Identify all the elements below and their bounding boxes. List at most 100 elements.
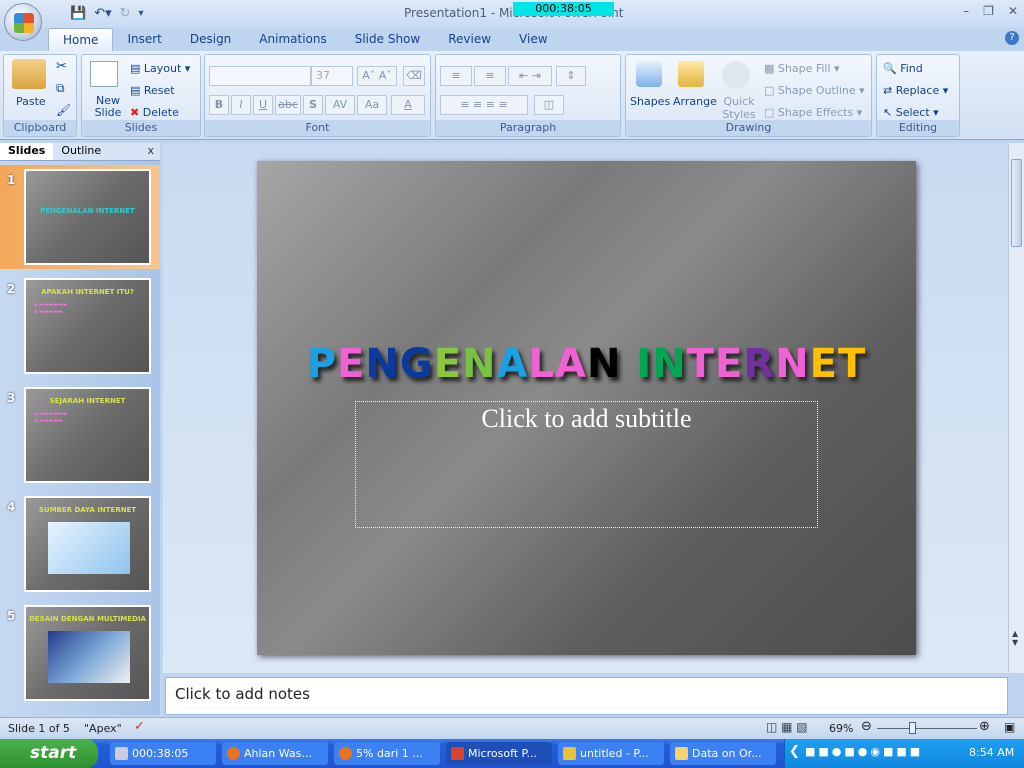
task-paint[interactable]: untitled - P...	[558, 742, 664, 765]
slide-thumbnail-1[interactable]: 1 PENGENALAN INTERNET	[0, 165, 160, 269]
task-folder[interactable]: Data on Or...	[670, 742, 776, 765]
customize-qat-icon[interactable]: ▾	[139, 8, 144, 19]
align-buttons[interactable]: ≡ ≡ ≡ ≡	[440, 95, 528, 115]
italic-button[interactable]: I	[231, 95, 251, 115]
view-buttons[interactable]: ◫ ▦ ▧	[766, 720, 808, 734]
slide-count: Slide 1 of 5	[8, 722, 70, 735]
spell-check-icon[interactable]: ✓	[134, 719, 145, 734]
replace-button[interactable]: ⇄ Replace ▾	[883, 84, 948, 97]
task-powerpoint[interactable]: Microsoft P...	[446, 742, 552, 765]
quick-styles-button[interactable]: Quick Styles	[722, 95, 756, 121]
reset-button[interactable]: ▤ Reset	[130, 84, 175, 97]
select-label: Select	[895, 106, 930, 119]
title-letter: A	[496, 341, 529, 387]
restore-button[interactable]: ❐	[983, 4, 994, 18]
scroll-thumb[interactable]	[1011, 159, 1022, 247]
tab-outline[interactable]: Outline	[53, 143, 109, 160]
bullets-button[interactable]: ≡	[440, 66, 472, 86]
columns-button[interactable]: ◫	[534, 95, 564, 115]
tab-home[interactable]: Home	[48, 28, 114, 52]
zoom-slider[interactable]	[877, 728, 977, 729]
tab-animations[interactable]: Animations	[245, 28, 340, 52]
slide-title[interactable]: PENGENALAN INTERNET	[257, 341, 916, 387]
title-letter: P	[306, 341, 338, 387]
tab-insert[interactable]: Insert	[113, 28, 175, 52]
tray-icons[interactable]: ■■●■●◉■■■	[805, 745, 923, 758]
strikethrough-button[interactable]: abc	[275, 95, 301, 115]
task-firefox-2[interactable]: 5% dari 1 ...	[334, 742, 440, 765]
thumbnail-title: DESAIN DENGAN MULTIMEDIA	[29, 615, 146, 623]
quick-access-toolbar: 💾 ↶▾ ↻ ▾	[46, 3, 144, 23]
tab-design[interactable]: Design	[176, 28, 245, 52]
cut-icon[interactable]: ✂	[56, 59, 67, 74]
close-button[interactable]: ✕	[1008, 4, 1018, 18]
new-slide-button[interactable]: New Slide	[92, 95, 124, 119]
shape-fill-button[interactable]: ▩ Shape Fill ▾	[764, 62, 840, 75]
numbering-button[interactable]: ≡	[474, 66, 506, 86]
shape-effects-button[interactable]: □ Shape Effects ▾	[764, 106, 862, 119]
tab-view[interactable]: View	[505, 28, 561, 52]
theme-name: "Apex"	[84, 722, 122, 735]
start-button[interactable]: start	[0, 739, 98, 768]
minimize-button[interactable]: –	[963, 4, 969, 18]
new-slide-icon	[90, 61, 118, 87]
close-pane-icon[interactable]: x	[147, 144, 154, 157]
task-timer[interactable]: 000:38:05	[110, 742, 216, 765]
underline-button[interactable]: U	[253, 95, 273, 115]
save-icon[interactable]: 💾	[70, 6, 86, 21]
tab-review[interactable]: Review	[434, 28, 505, 52]
firefox-icon	[339, 747, 352, 760]
shape-outline-button[interactable]: □ Shape Outline ▾	[764, 84, 865, 97]
select-button[interactable]: ↖ Select ▾	[883, 106, 939, 119]
slide-number: 2	[7, 282, 16, 296]
copy-icon[interactable]: ⧉	[56, 81, 65, 96]
shadow-button[interactable]: S	[303, 95, 323, 115]
font-color-button[interactable]: A	[391, 95, 425, 115]
title-letter: A	[554, 341, 587, 387]
title-letter: L	[528, 341, 555, 387]
subtitle-placeholder[interactable]: Click to add subtitle	[355, 401, 818, 528]
format-painter-icon[interactable]: 🖌	[56, 103, 71, 117]
slide-canvas[interactable]: PENGENALAN INTERNET Click to add subtitl…	[257, 161, 916, 655]
prev-next-slide-icons[interactable]: ▲ ▼	[1012, 629, 1018, 647]
thumbnail-preview: PENGENALAN INTERNET	[24, 169, 151, 265]
tab-slides[interactable]: Slides	[0, 143, 54, 160]
font-name-dropdown[interactable]	[209, 66, 311, 86]
slide-thumbnail-4[interactable]: 4 SUMBER DAYA INTERNET	[0, 492, 160, 596]
arrange-button[interactable]: Arrange	[673, 95, 717, 108]
shapes-button[interactable]: Shapes	[630, 95, 670, 108]
find-button[interactable]: 🔍 Find	[883, 62, 923, 75]
slide-thumbnail-2[interactable]: 2 APAKAH INTERNET ITU? ▪ ▬▬▬▬▬▬ ▪ ▬▬▬▬▬	[0, 274, 160, 378]
clock: 8:54 AM	[969, 746, 1015, 759]
redo-icon[interactable]: ↻	[120, 6, 131, 21]
layout-button[interactable]: ▤ Layout ▾	[130, 62, 190, 75]
tab-slide-show[interactable]: Slide Show	[341, 28, 434, 52]
task-firefox-1[interactable]: Ahlan Was...	[222, 742, 328, 765]
undo-icon[interactable]: ↶▾	[94, 6, 111, 21]
office-button[interactable]	[4, 3, 42, 41]
change-case-button[interactable]: Aa	[357, 95, 387, 115]
zoom-level[interactable]: 69%	[829, 722, 853, 735]
help-icon[interactable]: ?	[1005, 31, 1019, 45]
font-size-dropdown[interactable]: 37	[311, 66, 353, 86]
vertical-scrollbar[interactable]: ▲ ▼	[1008, 143, 1024, 673]
delete-button[interactable]: ✖ Delete	[130, 106, 179, 119]
fit-to-window-button[interactable]: ▣	[1004, 720, 1015, 734]
slide-thumbnail-3[interactable]: 3 SEJARAH INTERNET ▪ ▬▬▬▬▬▬ ▪ ▬▬▬▬▬	[0, 383, 160, 487]
system-tray: ❮ ■■●■●◉■■■ 8:54 AM	[784, 739, 1024, 768]
indent-buttons[interactable]: ⇤ ⇥	[508, 66, 552, 86]
slide-thumbnail-5[interactable]: 5 DESAIN DENGAN MULTIMEDIA	[0, 601, 160, 705]
clipboard-label: Clipboard	[4, 120, 76, 136]
zoom-in-button[interactable]: ⊕	[979, 719, 990, 734]
clear-formatting-icon[interactable]: ⌫	[403, 66, 425, 86]
bold-button[interactable]: B	[209, 95, 229, 115]
zoom-slider-thumb[interactable]	[909, 722, 917, 734]
task-label: 5% dari 1 ...	[356, 747, 423, 760]
grow-shrink-font-buttons[interactable]: Aˆ Aˇ	[357, 66, 397, 86]
char-spacing-button[interactable]: AV	[325, 95, 355, 115]
notes-pane[interactable]: Click to add notes	[165, 677, 1008, 715]
paste-button[interactable]: Paste	[16, 95, 46, 108]
line-spacing-button[interactable]: ⇕	[556, 66, 586, 86]
tray-expand-icon[interactable]: ❮	[789, 744, 800, 759]
zoom-out-button[interactable]: ⊖	[861, 719, 872, 734]
